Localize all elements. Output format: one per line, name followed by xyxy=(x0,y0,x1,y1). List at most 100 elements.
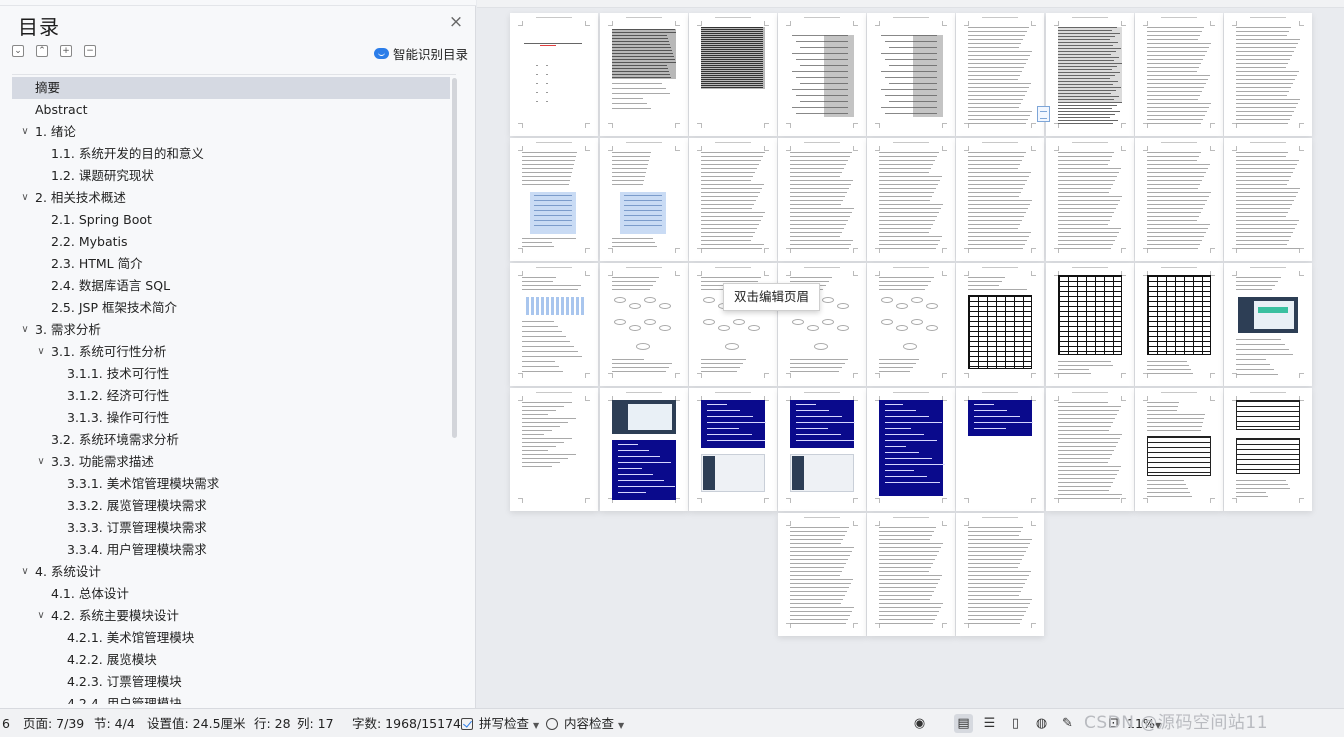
page-view-icon[interactable]: ▤ xyxy=(954,714,973,733)
page-thumbnail[interactable] xyxy=(1046,13,1134,136)
page-thumbnail[interactable] xyxy=(778,513,866,636)
toc-item[interactable]: 3.3.1. 美术馆管理模块需求 xyxy=(12,473,450,495)
toc-item[interactable]: Abstract xyxy=(12,99,450,121)
page-thumbnail[interactable] xyxy=(1224,388,1312,511)
toc-item[interactable]: 4.2.1. 美术馆管理模块 xyxy=(12,627,450,649)
web-view-icon[interactable]: ◍ xyxy=(1032,714,1051,733)
page-thumbnail[interactable] xyxy=(867,263,955,386)
toc-item[interactable]: 4.1. 总体设计 xyxy=(12,583,450,605)
expand-up-icon[interactable]: ⌃ xyxy=(36,45,48,57)
page-thumbnail[interactable] xyxy=(1135,263,1223,386)
toc-item[interactable]: ∨ 1. 绪论 xyxy=(12,121,450,143)
chevron-down-icon[interactable]: ∨ xyxy=(36,451,46,473)
smart-toc-button[interactable]: 智能识别目录 xyxy=(374,44,468,62)
page-thumbnail[interactable] xyxy=(1046,138,1134,261)
page-thumbnail[interactable] xyxy=(778,263,866,386)
toc-item[interactable]: 2.3. HTML 简介 xyxy=(12,253,450,275)
page-thumbnail[interactable] xyxy=(956,513,1044,636)
outline-view-icon[interactable]: ☰ xyxy=(980,714,999,733)
status-page[interactable]: 页面: 7/39 xyxy=(23,709,84,737)
page-thumbnail[interactable] xyxy=(600,13,688,136)
page-thumbnail[interactable] xyxy=(510,388,598,511)
page-thumbnail[interactable] xyxy=(510,138,598,261)
page-thumbnail[interactable] xyxy=(689,388,777,511)
page-thumbnail[interactable] xyxy=(956,138,1044,261)
toc-item[interactable]: 3.1.2. 经济可行性 xyxy=(12,385,450,407)
page-thumbnail[interactable] xyxy=(1046,388,1134,511)
toc-item[interactable]: 2.4. 数据库语言 SQL xyxy=(12,275,450,297)
toc-item[interactable]: ∨ 2. 相关技术概述 xyxy=(12,187,450,209)
page-thumbnail[interactable] xyxy=(1135,138,1223,261)
toc-item[interactable]: ∨ 4.2. 系统主要模块设计 xyxy=(12,605,450,627)
page-thumbnail[interactable] xyxy=(689,138,777,261)
page-thumbnail[interactable] xyxy=(600,263,688,386)
toc-item-label: 2. 相关技术概述 xyxy=(35,190,126,205)
page-thumbnail[interactable] xyxy=(956,263,1044,386)
chevron-down-icon[interactable]: ∨ xyxy=(20,561,30,583)
toc-item[interactable]: 4.2.3. 订票管理模块 xyxy=(12,671,450,693)
toc-item[interactable]: 3.3.2. 展览管理模块需求 xyxy=(12,495,450,517)
pen-icon[interactable]: ✎ xyxy=(1058,714,1077,733)
document-float-icon[interactable] xyxy=(1037,106,1050,122)
chevron-down-icon[interactable]: ∨ xyxy=(36,341,46,363)
page-thumbnail[interactable] xyxy=(778,13,866,136)
page-thumbnail[interactable] xyxy=(956,13,1044,136)
page-thumbnail[interactable] xyxy=(600,388,688,511)
page-thumbnail[interactable] xyxy=(510,13,598,136)
page-thumbnail[interactable] xyxy=(867,388,955,511)
toc-item[interactable]: 2.1. Spring Boot xyxy=(12,209,450,231)
toc-item-label: 3.1.3. 操作可行性 xyxy=(67,410,170,425)
toc-item[interactable]: 4.2.4. 用户管理模块 xyxy=(12,693,450,704)
page-thumbnail[interactable] xyxy=(1046,263,1134,386)
toc-item[interactable]: 3.2. 系统环境需求分析 xyxy=(12,429,450,451)
chevron-down-icon[interactable]: ∨ xyxy=(20,187,30,209)
status-word-count[interactable]: 字数: 1968/15174 xyxy=(352,709,461,737)
page-thumbnail[interactable] xyxy=(1224,138,1312,261)
page-thumbnail[interactable] xyxy=(867,13,955,136)
page-thumbnail[interactable] xyxy=(867,138,955,261)
toc-item[interactable]: 1.1. 系统开发的目的和意义 xyxy=(12,143,450,165)
eye-protection-icon[interactable]: ◉ xyxy=(910,714,929,733)
toc-item[interactable]: 1.2. 课题研究现状 xyxy=(12,165,450,187)
toc-item[interactable]: ∨ 4. 系统设计 xyxy=(12,561,450,583)
collapse-all-icon[interactable]: ⌄ xyxy=(12,45,24,57)
toc-scrollbar[interactable] xyxy=(452,78,457,438)
toc-item[interactable]: ∨ 3.3. 功能需求描述 xyxy=(12,451,450,473)
page-thumbnail[interactable] xyxy=(510,263,598,386)
page-thumbnail[interactable] xyxy=(956,388,1044,511)
chevron-down-icon: ▼ xyxy=(617,721,625,730)
toc-item[interactable]: 2.5. JSP 框架技术简介 xyxy=(12,297,450,319)
toc-item[interactable]: 3.1.3. 操作可行性 xyxy=(12,407,450,429)
status-bar: 6 页面: 7/39 节: 4/4 设置值: 24.5厘米 行: 28 列: 1… xyxy=(0,708,1344,737)
page-thumbnail[interactable] xyxy=(1224,263,1312,386)
chevron-down-icon[interactable]: ∨ xyxy=(20,121,30,143)
chevron-down-icon[interactable]: ∨ xyxy=(36,605,46,627)
close-icon[interactable]: × xyxy=(448,14,464,31)
page-thumbnail[interactable] xyxy=(1135,388,1223,511)
page-thumbnail[interactable] xyxy=(867,513,955,636)
page-thumbnail[interactable] xyxy=(778,388,866,511)
toc-item[interactable]: 4.2.2. 展览模块 xyxy=(12,649,450,671)
toc-item-label: 4.2. 系统主要模块设计 xyxy=(51,608,179,623)
toc-item[interactable]: ∨ 3.1. 系统可行性分析 xyxy=(12,341,450,363)
add-heading-icon[interactable]: + xyxy=(60,45,72,57)
page-thumbnail[interactable] xyxy=(778,138,866,261)
page-thumbnail[interactable] xyxy=(600,138,688,261)
chevron-down-icon[interactable]: ∨ xyxy=(20,319,30,341)
spell-check-button[interactable]: 拼写检查 ▼ xyxy=(461,709,539,737)
toc-item[interactable]: ∨ 3. 需求分析 xyxy=(12,319,450,341)
reading-view-icon[interactable]: ▯ xyxy=(1006,714,1025,733)
toc-item[interactable]: 3.3.4. 用户管理模块需求 xyxy=(12,539,450,561)
toc-list: 摘要 Abstract ∨ 1. 绪论 1.1. 系统开发的目的和意义 1.2. 课题研究… xyxy=(12,74,456,704)
page-thumbnail[interactable] xyxy=(689,13,777,136)
remove-heading-icon[interactable]: − xyxy=(84,45,96,57)
page-thumbnail[interactable] xyxy=(1224,13,1312,136)
toc-item-label: 3.3.2. 展览管理模块需求 xyxy=(67,498,207,513)
toc-item[interactable]: 3.1.1. 技术可行性 xyxy=(12,363,450,385)
toc-item[interactable]: 摘要 xyxy=(12,77,450,99)
page-thumbnail[interactable] xyxy=(1135,13,1223,136)
toc-item[interactable]: 2.2. Mybatis xyxy=(12,231,450,253)
page-thumbnail[interactable] xyxy=(689,263,777,386)
toc-item[interactable]: 3.3.3. 订票管理模块需求 xyxy=(12,517,450,539)
content-check-button[interactable]: 内容检查 ▼ xyxy=(546,709,624,737)
